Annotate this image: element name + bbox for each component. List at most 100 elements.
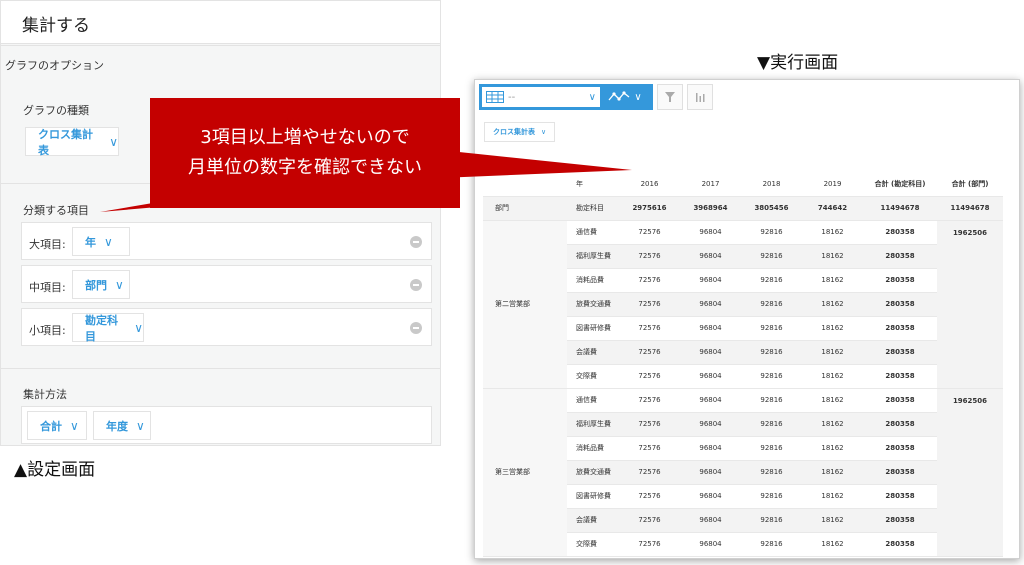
item-label: 通信費 [567,388,619,413]
year-value: 72576 [619,364,680,389]
graph-type-dropdown[interactable]: クロス集計表 ∨ [25,127,119,157]
minor-item-dropdown[interactable]: 勘定科目 ∨ [72,313,144,343]
settings-caption: ▲設定画面 [14,460,96,480]
remove-icon[interactable] [410,322,422,334]
classify-row-middle: 中項目: 部門 ∨ [21,265,432,303]
header-total-dept: 合計 (部門) [937,172,1003,197]
graph-type-value: クロス集計表 [38,127,93,157]
chart-button[interactable] [687,84,713,110]
year-value: 96804 [680,244,741,269]
item-total: 280358 [863,268,937,293]
year-value: 18162 [802,436,863,461]
chevron-down-icon: ∨ [70,418,79,433]
major-item-dropdown[interactable]: 年 ∨ [72,227,130,256]
item-label: 旅費交通費 [567,460,619,485]
year-value: 18162 [802,388,863,413]
filter-button[interactable] [657,84,683,110]
settings-title: 集計する [1,1,440,44]
method-label: 集計方法 [23,388,67,401]
item-total: 280358 [863,220,937,245]
divider [1,368,440,369]
chevron-down-icon: ∨ [588,91,596,103]
item-total: 280358 [863,532,937,557]
year-value: 92816 [741,244,802,269]
summary-value: 744642 [802,196,863,221]
classify-row-major: 大項目: 年 ∨ [21,222,432,260]
item-label: 福利厚生費 [567,244,619,269]
chevron-down-icon: ∨ [541,128,547,136]
year-value: 72576 [619,508,680,533]
settings-panel: 集計する グラフのオプション グラフの種類 クロス集計表 ∨ 分類する項目 大項… [0,0,441,446]
item-label: 会議費 [567,508,619,533]
item-label: 旅費交通費 [567,292,619,317]
remove-icon[interactable] [410,236,422,248]
view-select-box[interactable]: -- ∨ [482,87,600,107]
minor-item-value: 勘定科目 [85,313,118,343]
header-2018: 2018 [741,172,802,197]
callout-box: 3項目以上増やせないので 月単位の数字を確認できない [150,98,460,208]
year-value: 92816 [741,268,802,293]
year-value: 72576 [619,220,680,245]
year-value: 92816 [741,316,802,341]
method-row: 合計 ∨ 年度 ∨ [21,406,432,444]
year-value: 96804 [680,460,741,485]
middle-item-dropdown[interactable]: 部門 ∨ [72,270,130,299]
year-value: 18162 [802,460,863,485]
classify-row-minor: 小項目: 勘定科目 ∨ [21,308,432,346]
year-value: 18162 [802,268,863,293]
summary-value: 3968964 [680,196,741,221]
header-empty [483,172,567,197]
summary-dept-label: 部門 [483,196,567,221]
aggregate-dropdown[interactable]: 合計 ∨ [27,411,87,440]
year-value: 18162 [802,220,863,245]
year-value: 96804 [680,292,741,317]
aggregate-value: 合計 [40,419,62,433]
view-selector[interactable]: -- ∨ ∨ [479,84,653,110]
year-value: 96804 [680,532,741,557]
run-graph-type-dropdown[interactable]: クロス集計表 ∨ [484,122,556,142]
header-2016: 2016 [619,172,680,197]
middle-item-label: 中項目: [29,281,66,294]
graph-type-button[interactable]: ∨ [600,87,650,107]
chevron-down-icon: ∨ [115,277,124,292]
dept-label: 第二営業部 [483,220,567,389]
item-total: 280358 [863,340,937,365]
table-header-row: 年 2016 2017 2018 2019 合計 (勘定科目) 合計 (部門) [483,172,1003,197]
item-label: 交際費 [567,364,619,389]
summary-total: 11494678 [863,196,937,221]
year-value: 96804 [680,364,741,389]
item-label: 図書研修費 [567,316,619,341]
year-value: 18162 [802,508,863,533]
filter-icon [665,92,675,102]
period-value: 年度 [106,419,128,433]
item-total: 280358 [863,412,937,437]
year-value: 72576 [619,340,680,365]
year-value: 96804 [680,340,741,365]
year-value: 72576 [619,292,680,317]
year-value: 92816 [741,508,802,533]
chevron-down-icon: ∨ [109,134,118,149]
item-total: 280358 [863,244,937,269]
year-value: 96804 [680,436,741,461]
summary-value: 2975616 [619,196,680,221]
year-value: 72576 [619,484,680,509]
item-label: 消耗品費 [567,268,619,293]
year-value: 72576 [619,244,680,269]
table-row: 第三営業部 通信費 72576 96804 92816 18162 280358 196250… [483,388,1003,557]
item-label: 会議費 [567,340,619,365]
chevron-down-icon: ∨ [104,234,113,249]
pivot-table: 年 2016 2017 2018 2019 合計 (勘定科目) 合計 (部門) … [483,172,1003,557]
dept-label: 第三営業部 [483,388,567,557]
toolbar: -- ∨ ∨ [479,84,713,110]
item-label: 消耗品費 [567,436,619,461]
major-item-label: 大項目: [29,238,66,251]
remove-icon[interactable] [410,279,422,291]
middle-item-value: 部門 [85,278,107,292]
header-2017: 2017 [680,172,741,197]
period-dropdown[interactable]: 年度 ∨ [93,411,151,440]
header-total-item: 合計 (勘定科目) [863,172,937,197]
year-value: 92816 [741,460,802,485]
item-total: 280358 [863,484,937,509]
item-label: 福利厚生費 [567,412,619,437]
header-2019: 2019 [802,172,863,197]
